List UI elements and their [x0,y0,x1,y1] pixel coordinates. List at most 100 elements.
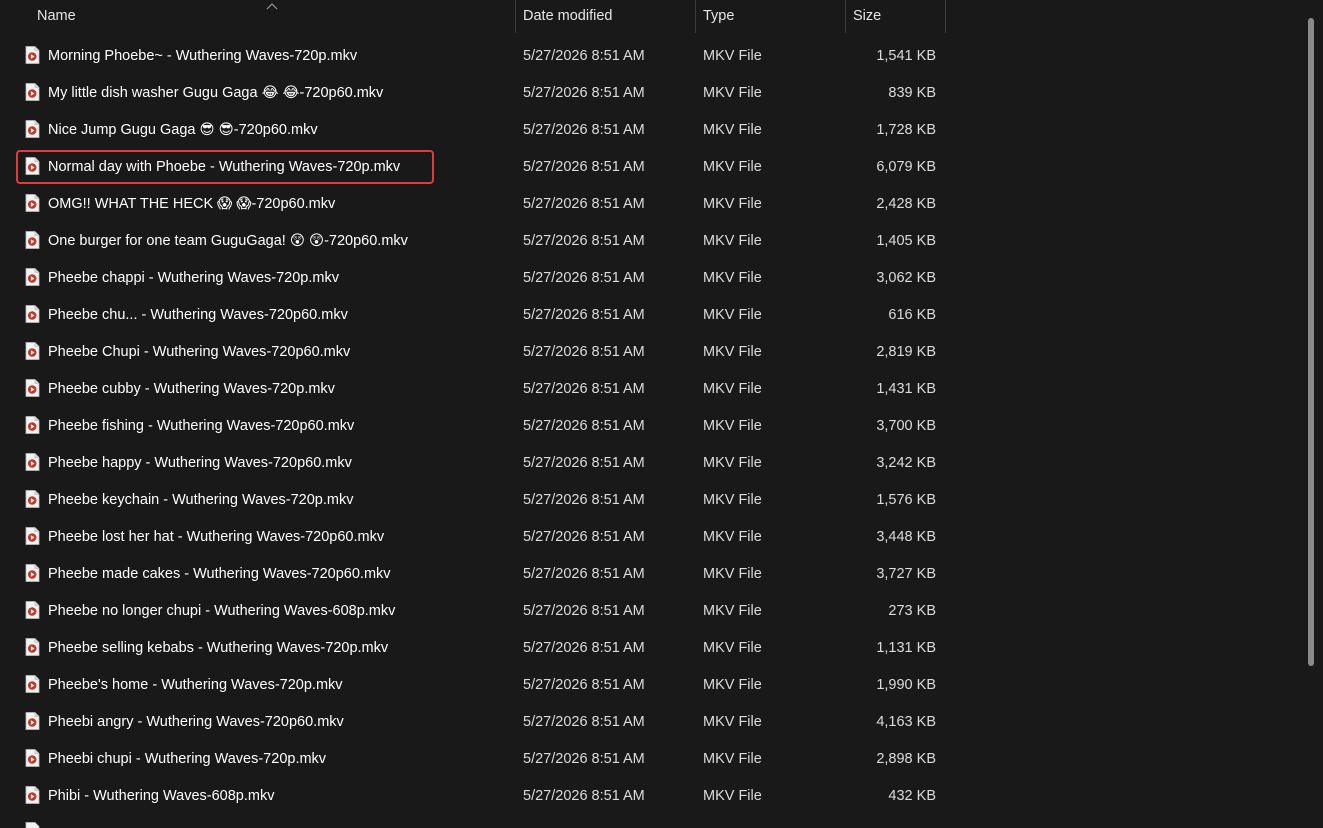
file-date-modified: 5/27/2026 8:51 AM [523,159,645,175]
file-size: 3,448 KB [876,529,936,545]
file-name: My little dish washer Gugu Gaga 😂 😂-720p… [48,85,384,101]
file-type: MKV File [703,381,762,397]
file-date-modified: 5/27/2026 8:51 AM [523,85,645,101]
file-row[interactable]: Pheebe no longer chupi - Wuthering Waves… [0,593,1300,630]
file-date-modified: 5/27/2026 8:51 AM [523,603,645,619]
file-date-modified: 5/27/2026 8:51 AM [523,640,645,656]
column-header-size[interactable]: Size [846,0,946,34]
file-size: 3,727 KB [876,566,936,582]
file-row[interactable]: Pheebe selling kebabs - Wuthering Waves-… [0,630,1300,667]
video-file-icon [25,157,40,175]
file-type: MKV File [703,418,762,434]
video-file-icon [25,527,40,545]
file-name: Pheebe lost her hat - Wuthering Waves-72… [48,529,385,545]
video-file-icon [25,342,40,360]
file-type: MKV File [703,159,762,175]
file-explorer-details-view: Name Date modified Type Size Morning Pho… [0,0,1323,828]
file-date-modified: 5/27/2026 8:51 AM [523,307,645,323]
file-size: 6,079 KB [876,159,936,175]
file-row[interactable]: Pheebe chu... - Wuthering Waves-720p60.m… [0,297,1300,334]
video-file-icon [25,120,40,138]
file-row[interactable]: Nice Jump Gugu Gaga 😎 😎-720p60.mkv 5/27/… [0,112,1300,149]
file-size: 2,819 KB [876,344,936,360]
chevron-up-icon [266,0,278,10]
file-row[interactable]: One burger for one team GuguGaga! 😲 😲-72… [0,223,1300,260]
file-type: MKV File [703,492,762,508]
file-name: Pheebe keychain - Wuthering Waves-720p.m… [48,492,354,508]
video-file-icon [25,194,40,212]
file-name: Pheebe Chupi - Wuthering Waves-720p60.mk… [48,344,351,360]
video-file-icon [25,490,40,508]
file-list: Morning Phoebe~ - Wuthering Waves-720p.m… [0,38,1300,828]
video-file-icon [25,712,40,730]
file-date-modified: 5/27/2026 8:51 AM [523,122,645,138]
video-file-icon [25,675,40,693]
file-row[interactable]: Pheebe keychain - Wuthering Waves-720p.m… [0,482,1300,519]
column-header-type[interactable]: Type [696,0,846,34]
file-name: One burger for one team GuguGaga! 😲 😲-72… [48,233,408,249]
file-size: 616 KB [888,307,936,323]
file-name: Pheebe's home - Wuthering Waves-720p.mkv [48,677,343,693]
file-name: Pheebi chupi - Wuthering Waves-720p.mkv [48,751,327,767]
file-date-modified: 5/27/2026 8:51 AM [523,566,645,582]
file-row[interactable]: Pheebi chupi - Wuthering Waves-720p.mkv … [0,741,1300,778]
column-divider[interactable] [945,0,946,33]
video-file-icon [25,83,40,101]
file-type: MKV File [703,270,762,286]
file-date-modified: 5/27/2026 8:51 AM [523,788,645,804]
file-size: 273 KB [888,603,936,619]
file-size: 2,428 KB [876,196,936,212]
file-name: OMG!! WHAT THE HECK 😱 😱-720p60.mkv [48,196,336,212]
file-name: Pheebe fishing - Wuthering Waves-720p60.… [48,418,355,434]
file-row[interactable]: Pheebe fishing - Wuthering Waves-720p60.… [0,408,1300,445]
column-header-date-modified[interactable]: Date modified [516,0,696,34]
file-type: MKV File [703,196,762,212]
file-row[interactable]: Pheebe chappi - Wuthering Waves-720p.mkv… [0,260,1300,297]
file-row[interactable]: Pheebe made cakes - Wuthering Waves-720p… [0,556,1300,593]
file-type: MKV File [703,788,762,804]
file-size: 3,062 KB [876,270,936,286]
file-date-modified: 5/27/2026 8:51 AM [523,233,645,249]
file-type: MKV File [703,529,762,545]
video-file-icon [25,305,40,323]
file-size: 3,242 KB [876,455,936,471]
file-row[interactable]: Pheebe cubby - Wuthering Waves-720p.mkv … [0,371,1300,408]
file-date-modified: 5/27/2026 8:51 AM [523,529,645,545]
file-name: Nice Jump Gugu Gaga 😎 😎-720p60.mkv [48,122,318,138]
file-type: MKV File [703,307,762,323]
file-size: 1,990 KB [876,677,936,693]
file-row[interactable]: OMG!! WHAT THE HECK 😱 😱-720p60.mkv 5/27/… [0,186,1300,223]
file-row[interactable]: Morning Phoebe~ - Wuthering Waves-720p.m… [0,38,1300,75]
file-name: Pheebe chu... - Wuthering Waves-720p60.m… [48,307,348,323]
video-file-icon [25,786,40,804]
vertical-scrollbar[interactable] [1308,18,1314,666]
file-row[interactable]: Phibi - Wuthering Waves-608p.mkv 5/27/20… [0,778,1300,815]
file-type: MKV File [703,603,762,619]
video-file-icon [25,749,40,767]
file-date-modified: 5/27/2026 8:51 AM [523,492,645,508]
file-row[interactable]: Pheebe happy - Wuthering Waves-720p60.mk… [0,445,1300,482]
video-file-icon [25,416,40,434]
file-type: MKV File [703,122,762,138]
file-name: Pheebe selling kebabs - Wuthering Waves-… [48,640,389,656]
file-row[interactable]: Pheebe lost her hat - Wuthering Waves-72… [0,519,1300,556]
file-size: 3,700 KB [876,418,936,434]
file-row[interactable]: Pheebe's home - Wuthering Waves-720p.mkv… [0,667,1300,704]
file-date-modified: 5/27/2026 8:51 AM [523,344,645,360]
file-row[interactable]: Pheebi angry - Wuthering Waves-720p60.mk… [0,704,1300,741]
file-size: 1,131 KB [876,640,936,656]
file-date-modified: 5/27/2026 8:51 AM [523,455,645,471]
file-type: MKV File [703,48,762,64]
file-type: MKV File [703,714,762,730]
file-name: Pheebe no longer chupi - Wuthering Waves… [48,603,396,619]
file-date-modified: 5/27/2026 8:51 AM [523,48,645,64]
file-row[interactable]: Pheebe Chupi - Wuthering Waves-720p60.mk… [0,334,1300,371]
file-type: MKV File [703,85,762,101]
file-type: MKV File [703,640,762,656]
file-row[interactable]: My little dish washer Gugu Gaga 😂 😂-720p… [0,75,1300,112]
file-row-highlighted[interactable]: Normal day with Phoebe - Wuthering Waves… [0,149,1300,186]
video-file-icon [25,46,40,64]
file-type: MKV File [703,344,762,360]
video-file-icon [25,453,40,471]
file-name: Pheebe cubby - Wuthering Waves-720p.mkv [48,381,335,397]
